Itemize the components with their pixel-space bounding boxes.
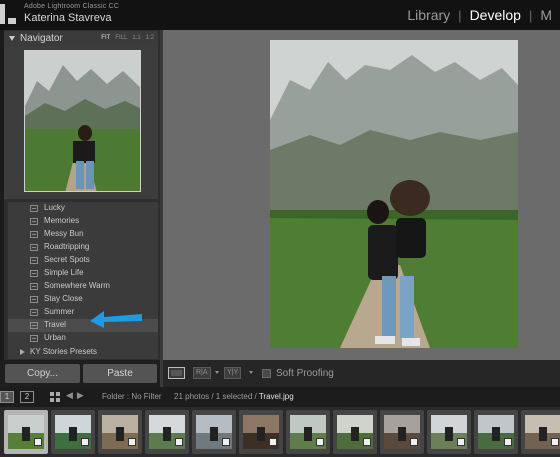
soft-proofing-checkbox[interactable] xyxy=(262,369,271,378)
navigator-header[interactable]: Navigator FIT FILL 1:1 1:2 xyxy=(4,31,158,47)
navigator-preview[interactable] xyxy=(4,47,158,199)
filmstrip-thumbnail[interactable] xyxy=(521,410,560,454)
before-after-lr-button[interactable]: R|A xyxy=(193,367,211,379)
module-map[interactable]: M xyxy=(532,7,560,23)
nav-arrows-icon[interactable]: ◀▶ xyxy=(66,390,88,401)
user-name: Katerina Stavreva xyxy=(24,12,112,24)
top-bar: Adobe Lightroom Classic CC Katerina Stav… xyxy=(0,0,560,30)
arrow-pointer-icon xyxy=(90,311,142,328)
chevron-down-icon[interactable] xyxy=(249,371,253,374)
module-develop[interactable]: Develop xyxy=(462,7,529,23)
preset-item[interactable]: Memories xyxy=(8,215,158,228)
edited-badge-icon xyxy=(81,438,89,446)
navigator-image xyxy=(25,51,140,191)
preset-label: Urban xyxy=(44,333,66,342)
preset-label: Travel xyxy=(44,320,66,329)
edited-badge-icon xyxy=(457,438,465,446)
preset-label: Secret Spots xyxy=(44,255,90,264)
preset-label: Lucky xyxy=(44,203,65,212)
grid-icon[interactable] xyxy=(50,392,60,402)
preset-label: Simple Life xyxy=(44,268,84,277)
filmstrip-info: 21 photos / 1 selected / Travel.jpg xyxy=(174,392,294,401)
expand-triangle-icon[interactable] xyxy=(20,349,25,355)
photo-count: 21 photos / 1 selected / xyxy=(174,392,257,401)
preset-icon xyxy=(30,322,38,329)
preset-item[interactable]: Somewhere Warm xyxy=(8,280,158,293)
edited-badge-icon xyxy=(128,438,136,446)
product-name: Adobe Lightroom Classic CC xyxy=(24,3,120,10)
preset-icon xyxy=(30,270,38,277)
preset-item[interactable]: Messy Bun xyxy=(8,228,158,241)
edited-badge-icon xyxy=(410,438,418,446)
preset-item[interactable]: Roadtripping xyxy=(8,241,158,254)
preset-icon xyxy=(30,257,38,264)
preset-item[interactable]: Simple Life xyxy=(8,267,158,280)
develop-photo[interactable] xyxy=(270,40,518,348)
preset-icon xyxy=(30,218,38,225)
edited-badge-icon xyxy=(316,438,324,446)
module-library[interactable]: Library xyxy=(399,7,458,23)
filmstrip-source[interactable]: Folder : No Filter xyxy=(102,392,162,401)
edited-badge-icon xyxy=(175,438,183,446)
preset-label: Stay Close xyxy=(44,294,83,303)
zoom-fill[interactable]: FILL xyxy=(115,35,127,41)
preset-label: Somewhere Warm xyxy=(44,281,110,290)
lightroom-logo-icon xyxy=(0,4,18,24)
preset-icon xyxy=(30,244,38,251)
filmstrip-thumbnail[interactable] xyxy=(474,410,518,454)
zoom-1-2[interactable]: 1:2 xyxy=(146,35,154,41)
preset-icon xyxy=(30,335,38,342)
loupe-view-icon[interactable] xyxy=(168,367,185,379)
preset-label: Summer xyxy=(44,307,75,316)
preset-group-label: KY Stories Presets xyxy=(30,347,97,356)
toolbar xyxy=(163,360,560,387)
paste-button[interactable]: Paste xyxy=(83,364,157,383)
preset-item[interactable]: Stay Close xyxy=(8,293,158,306)
navigator-title: Navigator xyxy=(20,33,63,44)
edited-badge-icon xyxy=(34,438,42,446)
filmstrip-thumbnail[interactable] xyxy=(333,410,377,454)
preset-icon xyxy=(30,296,38,303)
primary-window-button[interactable]: 1 xyxy=(0,391,14,403)
preset-label: Messy Bun xyxy=(44,229,84,238)
edited-badge-icon xyxy=(504,438,512,446)
edited-badge-icon xyxy=(551,438,559,446)
filmstrip-thumbnail[interactable] xyxy=(4,410,48,454)
preset-item[interactable]: Secret Spots xyxy=(8,254,158,267)
main-image xyxy=(270,40,518,348)
filmstrip-thumbnail[interactable] xyxy=(192,410,236,454)
filmstrip-thumbnail[interactable] xyxy=(51,410,95,454)
preset-icon xyxy=(30,309,38,316)
filmstrip-thumbnail[interactable] xyxy=(145,410,189,454)
selected-filename[interactable]: Travel.jpg xyxy=(259,392,294,401)
zoom-1-1[interactable]: 1:1 xyxy=(132,35,140,41)
zoom-options: FIT FILL 1:1 1:2 xyxy=(101,35,154,41)
navigator-thumbnail[interactable] xyxy=(24,50,141,192)
preset-item[interactable]: Lucky xyxy=(8,202,158,215)
presets-list: Lucky Memories Messy Bun Roadtripping Se… xyxy=(8,202,158,359)
preset-group[interactable]: KY Stories Presets xyxy=(8,346,158,358)
filmstrip-thumbnail[interactable] xyxy=(427,410,471,454)
edited-badge-icon xyxy=(363,438,371,446)
preset-label: Memories xyxy=(44,216,80,225)
preset-icon xyxy=(30,205,38,212)
secondary-window-button[interactable]: 2 xyxy=(20,391,34,403)
preset-icon xyxy=(30,283,38,290)
soft-proofing-label: Soft Proofing xyxy=(276,368,334,379)
chevron-down-icon[interactable] xyxy=(215,371,219,374)
preset-icon xyxy=(30,231,38,238)
filmstrip-thumbnail[interactable] xyxy=(239,410,283,454)
edited-badge-icon xyxy=(222,438,230,446)
preset-item[interactable]: Urban xyxy=(8,332,158,345)
copy-button[interactable]: Copy... xyxy=(5,364,80,383)
module-picker: Library | Develop | M xyxy=(399,7,560,23)
before-after-tb-button[interactable]: Y|Y xyxy=(224,367,242,379)
zoom-fit[interactable]: FIT xyxy=(101,35,110,41)
filmstrip-thumbnail[interactable] xyxy=(380,410,424,454)
preset-label: Roadtripping xyxy=(44,242,90,251)
filmstrip-thumbnail[interactable] xyxy=(98,410,142,454)
collapse-triangle-icon[interactable] xyxy=(9,36,15,41)
edited-badge-icon xyxy=(269,438,277,446)
filmstrip-thumbnail[interactable] xyxy=(286,410,330,454)
